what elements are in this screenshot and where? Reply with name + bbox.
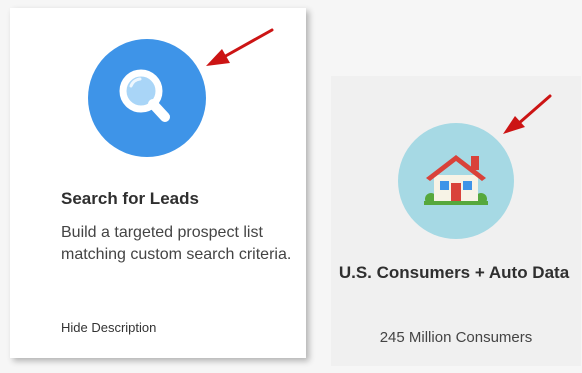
card-title: Search for Leads bbox=[61, 189, 199, 208]
card-description: Build a targeted prospect list matching … bbox=[61, 224, 292, 263]
card-title: U.S. Consumers + Auto Data bbox=[338, 263, 570, 282]
house-icon bbox=[398, 123, 514, 239]
annotation-arrow-icon bbox=[503, 94, 552, 134]
card-subtitle: 245 Million Consumers bbox=[379, 329, 533, 346]
search-icon bbox=[88, 39, 206, 157]
annotation-arrow-icon bbox=[206, 28, 274, 66]
hide-description-link[interactable]: Hide Description bbox=[61, 320, 156, 335]
